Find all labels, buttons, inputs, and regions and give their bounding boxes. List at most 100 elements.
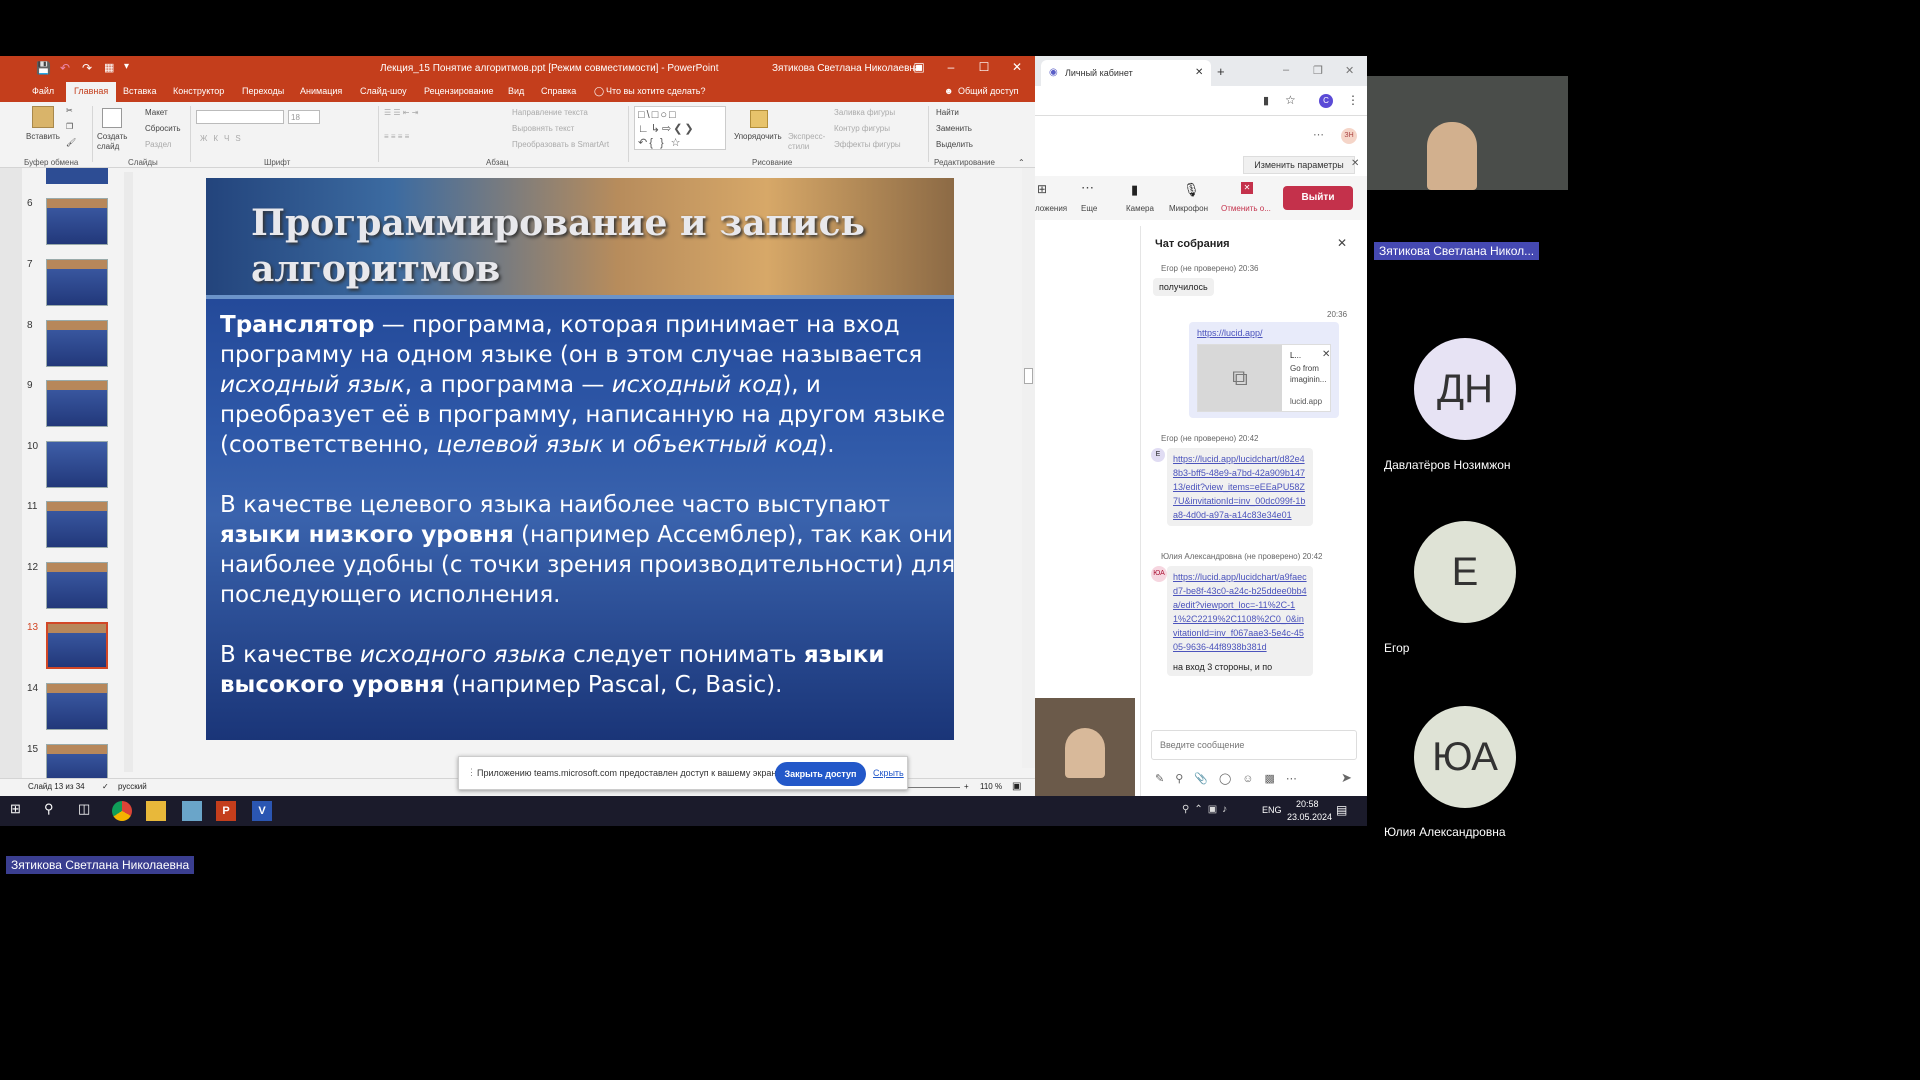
- shapes-gallery[interactable]: □\□○□ ∟↳⇨❮❯ ↶{ } ☆: [634, 106, 726, 150]
- maximize-button[interactable]: ☐: [973, 60, 995, 78]
- thumbnail-scrollbar[interactable]: [124, 172, 133, 772]
- slide-thumbnail[interactable]: [46, 683, 108, 730]
- compose-toolbar-icons[interactable]: ✎⚲📎◯☺▩⋯: [1155, 772, 1308, 785]
- tab-file[interactable]: Файл: [32, 86, 54, 96]
- stop-share-icon[interactable]: ✕: [1241, 182, 1253, 194]
- participant-avatar[interactable]: ДН: [1414, 338, 1516, 440]
- file-explorer-icon[interactable]: [146, 801, 166, 821]
- slide-title[interactable]: Программирование и запись алгоритмов: [251, 200, 901, 292]
- stop-sharing-button[interactable]: Закрыть доступ: [775, 762, 866, 786]
- fit-slide-icon[interactable]: ▣: [1012, 781, 1021, 792]
- new-slide-button[interactable]: Создать слайд: [97, 132, 131, 152]
- slide-thumbnail-active[interactable]: [46, 622, 108, 669]
- tab-animations[interactable]: Анимация: [300, 86, 342, 96]
- notifications-icon[interactable]: ▤: [1336, 803, 1347, 817]
- camera-icon[interactable]: ▮: [1131, 182, 1138, 198]
- chat-message-input[interactable]: Введите сообщение: [1151, 730, 1357, 760]
- align-icons[interactable]: ≡ ≡ ≡ ≡: [384, 132, 409, 141]
- zoom-in-icon[interactable]: +: [964, 782, 969, 791]
- change-params-button[interactable]: Изменить параметры: [1243, 156, 1355, 174]
- list-icons[interactable]: ☰ ☰ ⇤ ⇥: [384, 108, 418, 117]
- smartart-button[interactable]: Преобразовать в SmartArt: [512, 140, 609, 149]
- slide-scrollbar[interactable]: [1022, 168, 1035, 768]
- shape-outline-button[interactable]: Контур фигуры: [834, 124, 890, 133]
- zoom-level[interactable]: 110 %: [980, 782, 1002, 791]
- slide-thumbnail[interactable]: [46, 562, 108, 609]
- minimize-icon[interactable]: –: [1283, 64, 1289, 76]
- slide-canvas[interactable]: Программирование и запись алгоритмов Тра…: [206, 178, 954, 740]
- collapse-ribbon-icon[interactable]: ⌃: [1018, 158, 1025, 167]
- leave-meeting-button[interactable]: Выйти: [1283, 186, 1353, 210]
- tab-design[interactable]: Конструктор: [173, 86, 224, 96]
- shape-effects-button[interactable]: Эффекты фигуры: [834, 140, 901, 149]
- tray-icons[interactable]: ⚲⌃▣♪: [1182, 804, 1232, 815]
- language-indicator[interactable]: русский: [118, 782, 147, 791]
- close-chat-icon[interactable]: ✕: [1337, 236, 1347, 250]
- restore-icon[interactable]: ❐: [1313, 64, 1323, 77]
- dismiss-icon[interactable]: ✕: [1351, 158, 1359, 169]
- tell-me-box[interactable]: Что вы хотите сделать?: [606, 86, 706, 96]
- slide-thumbnails[interactable]: 6 7 8 9 10 11 12 13 14 15: [22, 168, 137, 784]
- copy-icon[interactable]: ❐: [66, 122, 73, 131]
- slide-thumbnail[interactable]: [46, 168, 108, 184]
- font-name-box[interactable]: [196, 110, 284, 124]
- more-icon[interactable]: ⋯: [1081, 180, 1094, 196]
- favorite-star-icon[interactable]: ☆: [1285, 93, 1296, 107]
- ribbon-display-icon[interactable]: ▣: [908, 60, 930, 78]
- tab-help[interactable]: Справка: [541, 86, 576, 96]
- shape-fill-button[interactable]: Заливка фигуры: [834, 108, 895, 117]
- browser-menu-icon[interactable]: ⋮: [1347, 93, 1359, 107]
- customize-qat-icon[interactable]: ▾: [124, 61, 129, 72]
- find-button[interactable]: Найти: [936, 108, 959, 117]
- layout-button[interactable]: Макет: [145, 108, 168, 117]
- section-button[interactable]: Раздел: [145, 140, 171, 149]
- link-preview-card[interactable]: ⧉ L... ✕ Go from imaginin... lucid.app: [1197, 344, 1331, 412]
- apps-icon[interactable]: ⊞: [1037, 182, 1047, 196]
- microphone-icon[interactable]: 🎙: [1183, 182, 1200, 198]
- arrange-button[interactable]: Упорядочить: [734, 132, 782, 141]
- text-direction-button[interactable]: Направление текста: [512, 108, 588, 117]
- minimize-button[interactable]: –: [940, 60, 962, 78]
- new-slide-icon[interactable]: [102, 108, 122, 128]
- save-icon[interactable]: 💾: [36, 61, 51, 75]
- share-button[interactable]: Общий доступ: [958, 86, 1018, 96]
- slide-thumbnail[interactable]: [46, 259, 108, 306]
- tab-home[interactable]: Главная: [66, 82, 117, 102]
- slide-thumbnail[interactable]: [46, 320, 108, 367]
- chat-link[interactable]: https://lucid.app/: [1197, 326, 1263, 340]
- close-tab-icon[interactable]: ✕: [1195, 67, 1203, 78]
- clock-time[interactable]: 20:58: [1296, 799, 1319, 809]
- search-icon[interactable]: ⚲: [44, 801, 64, 821]
- tab-review[interactable]: Рецензирование: [424, 86, 494, 96]
- paste-button[interactable]: Вставить: [26, 132, 60, 141]
- cut-icon[interactable]: ✂: [66, 106, 73, 115]
- slide-thumbnail[interactable]: [46, 380, 108, 427]
- undo-icon[interactable]: ↶: [60, 61, 70, 75]
- chrome-icon[interactable]: [112, 801, 132, 821]
- powerpoint-icon[interactable]: P: [216, 801, 236, 821]
- browser-tab[interactable]: ◉ Личный кабинет ✕: [1041, 60, 1211, 86]
- replace-button[interactable]: Заменить: [936, 124, 972, 133]
- user-avatar[interactable]: ЗН: [1341, 128, 1357, 144]
- start-icon[interactable]: ⊞: [10, 801, 30, 821]
- select-button[interactable]: Выделить: [936, 140, 973, 149]
- slide-thumbnail[interactable]: [46, 501, 108, 548]
- align-text-button[interactable]: Выровнять текст: [512, 124, 574, 133]
- paste-icon[interactable]: [32, 106, 54, 128]
- slide-body-text[interactable]: Транслятор — программа, которая принимае…: [220, 310, 954, 730]
- tab-slideshow[interactable]: Слайд-шоу: [360, 86, 407, 96]
- clock-date[interactable]: 23.05.2024: [1287, 812, 1332, 822]
- close-preview-icon[interactable]: ✕: [1322, 349, 1330, 360]
- slide-thumbnail[interactable]: [46, 441, 108, 488]
- font-format-buttons[interactable]: ЖКЧS: [200, 134, 247, 143]
- slide-thumbnail[interactable]: [46, 198, 108, 245]
- chat-link[interactable]: https://lucid.app/lucidchart/d82e48b3-bf…: [1173, 454, 1305, 520]
- spellcheck-icon[interactable]: ✓: [102, 782, 109, 791]
- tab-transitions[interactable]: Переходы: [242, 86, 284, 96]
- user-name[interactable]: Зятикова Светлана Николаевна: [772, 63, 920, 74]
- format-painter-icon[interactable]: 🖌: [66, 138, 76, 147]
- hide-share-bar-link[interactable]: Скрыть: [873, 768, 904, 778]
- camera-indicator-icon[interactable]: ▮: [1263, 94, 1269, 107]
- arrange-icon[interactable]: [750, 110, 768, 128]
- scroll-thumb[interactable]: [1024, 368, 1033, 384]
